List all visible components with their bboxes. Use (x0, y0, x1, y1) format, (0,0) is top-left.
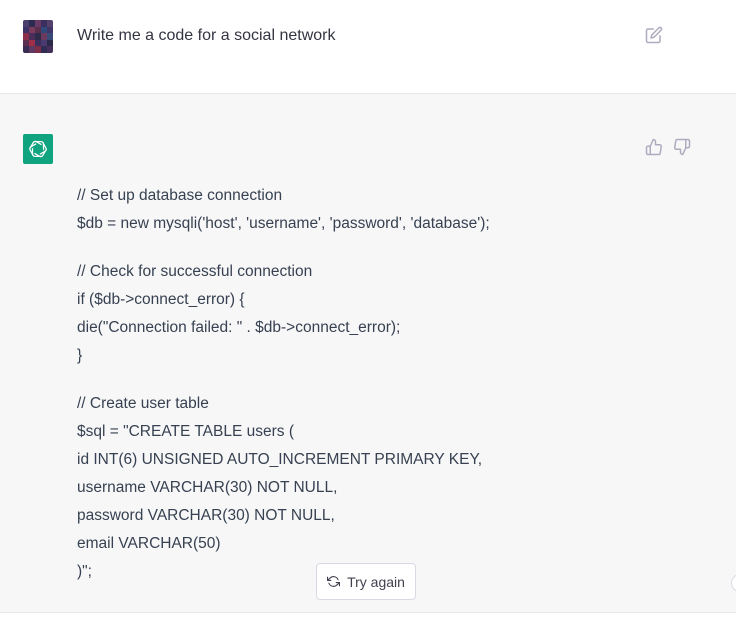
code-line: username VARCHAR(30) NOT NULL, (77, 479, 338, 496)
code-line: $db = new mysqli('host', 'username', 'pa… (77, 215, 490, 232)
try-again-label: Try again (347, 573, 405, 590)
thumbs-up-icon[interactable] (645, 138, 663, 156)
try-again-button[interactable]: Try again (316, 563, 416, 600)
input-area-border (0, 612, 736, 634)
user-avatar (23, 20, 53, 53)
code-line: $sql = "CREATE TABLE users ( (77, 423, 294, 440)
assistant-response-code: // Set up database connection $db = new … (77, 182, 697, 586)
code-line: // Check for successful connection (77, 263, 313, 280)
code-line: if ($db->connect_error) { (77, 291, 245, 308)
thumbs-down-icon[interactable] (673, 138, 691, 156)
openai-logo-icon (29, 140, 47, 158)
assistant-message-row: // Set up database connection $db = new … (0, 94, 736, 612)
code-line: // Set up database connection (77, 187, 283, 204)
feedback-buttons (645, 138, 691, 156)
user-message-text: Write me a code for a social network (77, 27, 336, 44)
code-line: // Create user table (77, 395, 209, 412)
code-line: email VARCHAR(50) (77, 535, 221, 552)
chat-page: Write me a code for a social network // … (0, 0, 736, 634)
user-message-row: Write me a code for a social network (0, 0, 736, 94)
code-line: } (77, 347, 83, 364)
code-line: die("Connection failed: " . $db->connect… (77, 319, 401, 336)
edit-icon[interactable] (645, 26, 663, 44)
refresh-icon (327, 576, 341, 587)
code-line: id INT(6) UNSIGNED AUTO_INCREMENT PRIMAR… (77, 451, 483, 468)
assistant-avatar (23, 134, 53, 164)
code-line: password VARCHAR(30) NOT NULL, (77, 507, 335, 524)
